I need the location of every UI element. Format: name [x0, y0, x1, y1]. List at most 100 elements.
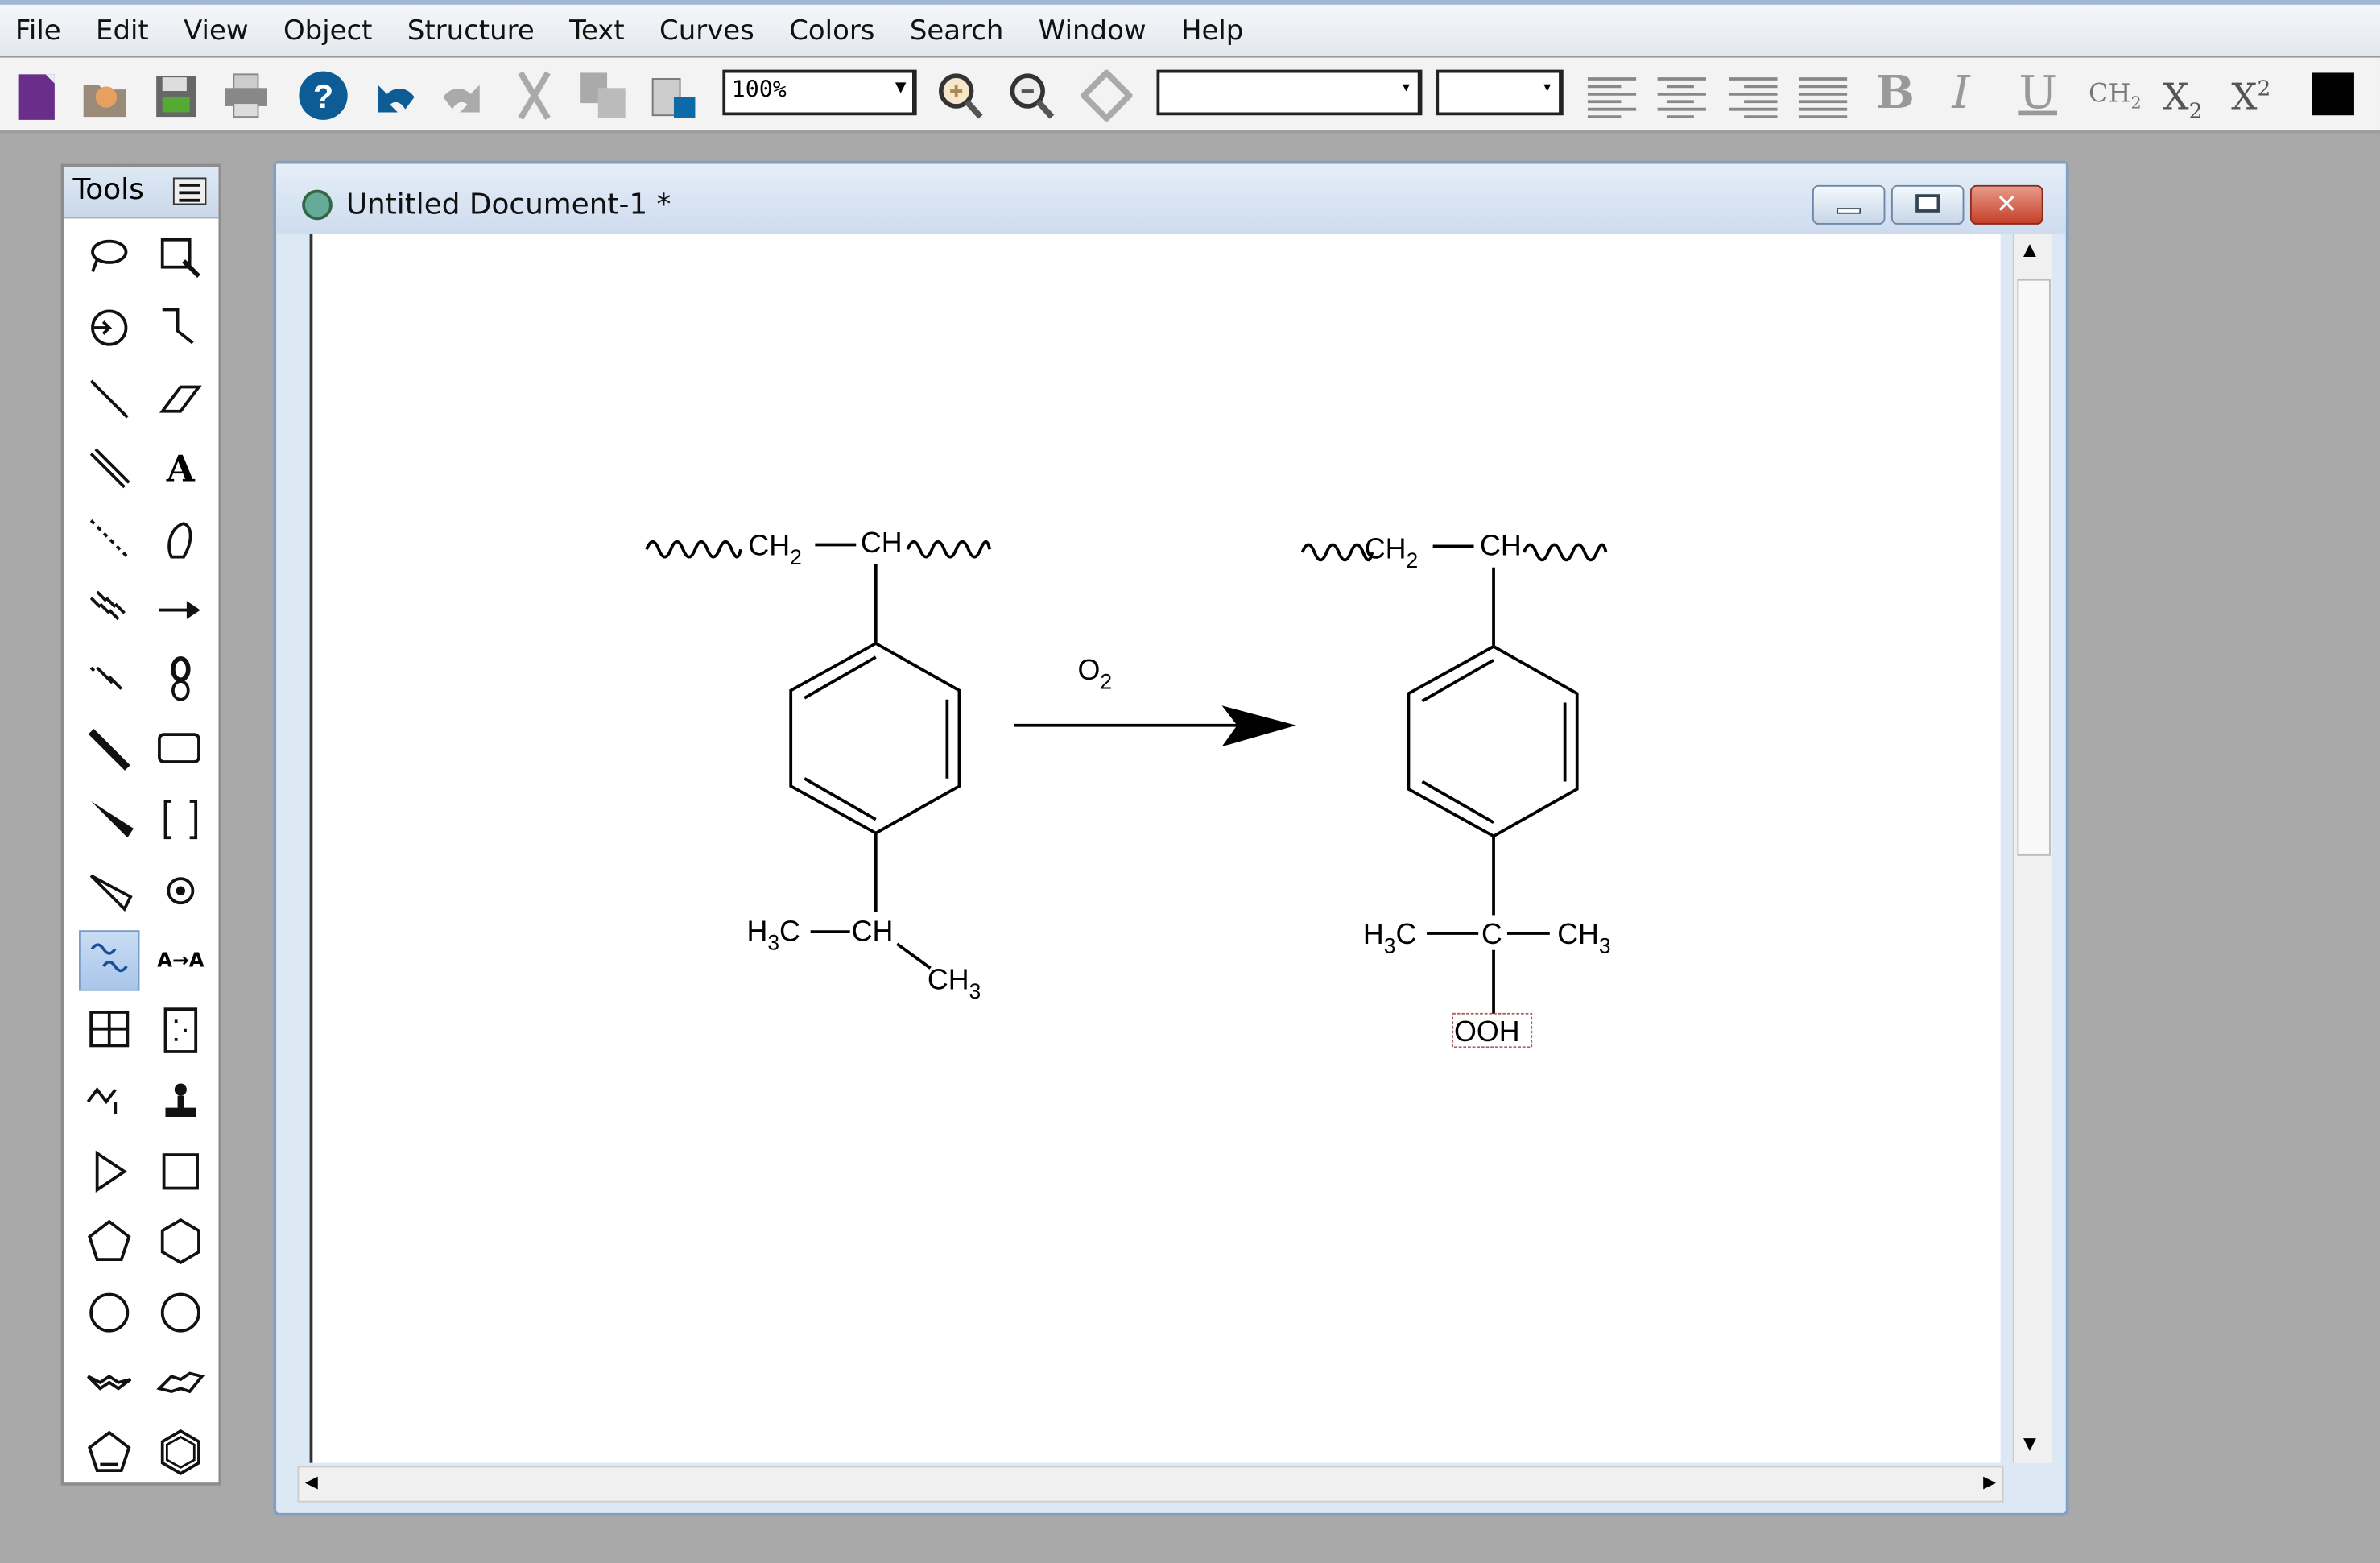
- square-icon: [162, 1153, 199, 1190]
- tool-structure-perspective[interactable]: [79, 298, 139, 358]
- tool-chemical-symbols[interactable]: [151, 860, 211, 920]
- tool-wedged-bond[interactable]: [79, 790, 139, 850]
- text-icon: A: [166, 446, 195, 491]
- tool-chair-1[interactable]: [79, 1352, 139, 1412]
- show-center-icon[interactable]: [1081, 69, 1133, 122]
- tool-chair-2[interactable]: [151, 1352, 211, 1412]
- copy-icon[interactable]: [576, 70, 628, 122]
- vertical-scrollbar[interactable]: ▲ ▼: [2012, 234, 2052, 1463]
- restore-button[interactable]: [1890, 184, 1965, 225]
- undo-icon[interactable]: [369, 70, 420, 122]
- tool-arrow[interactable]: [151, 579, 211, 639]
- tool-benzene[interactable]: [151, 1422, 211, 1482]
- drawing-elements-icon: [158, 733, 200, 764]
- help-icon[interactable]: ?: [297, 70, 349, 122]
- menu-object[interactable]: Object: [283, 14, 373, 47]
- tool-text[interactable]: A: [151, 438, 211, 498]
- menu-window[interactable]: Window: [1039, 14, 1147, 47]
- double-bond-icon: [89, 448, 130, 489]
- tool-pen[interactable]: [151, 509, 211, 569]
- brackets-icon: [163, 800, 198, 840]
- tool-cyclohexane[interactable]: [79, 1281, 139, 1342]
- font-select[interactable]: ▾: [1156, 69, 1423, 116]
- align-right-icon[interactable]: [1725, 70, 1778, 122]
- save-icon[interactable]: [151, 70, 202, 122]
- scroll-left-icon[interactable]: ◀: [305, 1472, 318, 1491]
- tool-marquee[interactable]: [151, 228, 211, 288]
- tool-query[interactable]: A→A: [151, 930, 211, 990]
- pen-icon: [167, 522, 192, 559]
- tool-hollow-wedged-bond[interactable]: [79, 860, 139, 920]
- triangle-icon: [95, 1150, 127, 1193]
- menu-search[interactable]: Search: [910, 14, 1004, 47]
- tool-orbital[interactable]: [151, 649, 211, 709]
- tool-acyclic-chain[interactable]: [151, 298, 211, 358]
- tool-lasso[interactable]: [79, 228, 139, 288]
- tool-circle[interactable]: [151, 1281, 211, 1342]
- menu-view[interactable]: View: [184, 14, 249, 47]
- cut-icon[interactable]: [509, 70, 560, 122]
- scroll-up-icon[interactable]: ▲: [2023, 240, 2036, 259]
- redo-icon[interactable]: [437, 70, 489, 122]
- tool-hexagon[interactable]: [151, 1211, 211, 1271]
- underline-button[interactable]: U: [2018, 67, 2057, 120]
- align-left-icon[interactable]: [1585, 70, 1637, 122]
- palette-menu-icon[interactable]: [172, 177, 207, 205]
- formula-button[interactable]: CH2: [2089, 79, 2142, 113]
- lasso-icon: [91, 239, 128, 272]
- chair-2-icon: [156, 1371, 205, 1393]
- drawing-canvas[interactable]: [309, 234, 2001, 1463]
- menu-edit[interactable]: Edit: [96, 14, 149, 47]
- tool-double-bond[interactable]: [79, 438, 139, 498]
- menu-colors[interactable]: Colors: [789, 14, 874, 47]
- tool-square[interactable]: [151, 1141, 211, 1201]
- zoom-select[interactable]: 100% ▼: [722, 69, 917, 116]
- menu-curves[interactable]: Curves: [659, 14, 754, 47]
- tool-table[interactable]: [79, 1000, 139, 1061]
- tool-tlc-plate[interactable]: [151, 1000, 211, 1061]
- font-size-select[interactable]: ▾: [1436, 69, 1564, 116]
- tool-wavy-bond[interactable]: [79, 930, 140, 991]
- superscript-button[interactable]: X2: [2231, 76, 2271, 118]
- tool-hashed-bond[interactable]: [79, 579, 139, 639]
- templates-icon: [165, 1082, 196, 1117]
- tool-bold-bond[interactable]: [79, 719, 139, 779]
- bold-button[interactable]: B: [1876, 67, 1915, 120]
- menu-file[interactable]: File: [15, 14, 61, 47]
- align-center-icon[interactable]: [1655, 70, 1706, 122]
- menu-structure[interactable]: Structure: [407, 14, 535, 47]
- zoom-out-icon[interactable]: [1006, 70, 1058, 122]
- benzene-icon: [160, 1429, 200, 1476]
- subscript-button[interactable]: X2: [2163, 76, 2202, 124]
- scroll-thumb[interactable]: [2017, 279, 2051, 856]
- paste-icon[interactable]: [647, 70, 698, 122]
- tool-eraser[interactable]: [151, 368, 211, 428]
- hollow-wedged-bond-icon: [89, 874, 133, 912]
- tool-dashed-bond[interactable]: [79, 509, 139, 569]
- close-button[interactable]: ✕: [1969, 184, 2043, 225]
- minimize-button[interactable]: [1812, 184, 1886, 225]
- tool-triangle[interactable]: [79, 1141, 139, 1201]
- new-document-icon[interactable]: [12, 70, 64, 122]
- print-icon[interactable]: [220, 70, 271, 122]
- scroll-down-icon[interactable]: ▼: [2023, 1434, 2036, 1453]
- tool-templates[interactable]: [151, 1071, 211, 1131]
- justify-icon[interactable]: [1795, 70, 1848, 122]
- tool-hashed-wedged-bond[interactable]: [79, 649, 139, 709]
- open-icon[interactable]: [79, 70, 130, 122]
- wedged-bond-icon: [91, 801, 134, 838]
- tool-cyclopentadiene[interactable]: [79, 1422, 139, 1482]
- zoom-in-icon[interactable]: [935, 70, 986, 122]
- tool-pentagon[interactable]: [79, 1211, 139, 1271]
- tool-solid-bond[interactable]: [79, 368, 139, 428]
- color-swatch[interactable]: [2312, 72, 2354, 116]
- scroll-right-icon[interactable]: ▶: [1983, 1472, 1996, 1491]
- menu-text[interactable]: Text: [569, 14, 625, 47]
- menu-help[interactable]: Help: [1181, 14, 1243, 47]
- italic-button[interactable]: I: [1952, 67, 1969, 120]
- acyclic-chain-icon: [162, 308, 194, 345]
- tool-multi-center-attachment[interactable]: [79, 1071, 139, 1131]
- tool-drawing-elements[interactable]: [151, 719, 211, 779]
- tool-brackets[interactable]: [151, 790, 211, 850]
- horizontal-scrollbar[interactable]: ◀ ▶: [297, 1466, 2004, 1503]
